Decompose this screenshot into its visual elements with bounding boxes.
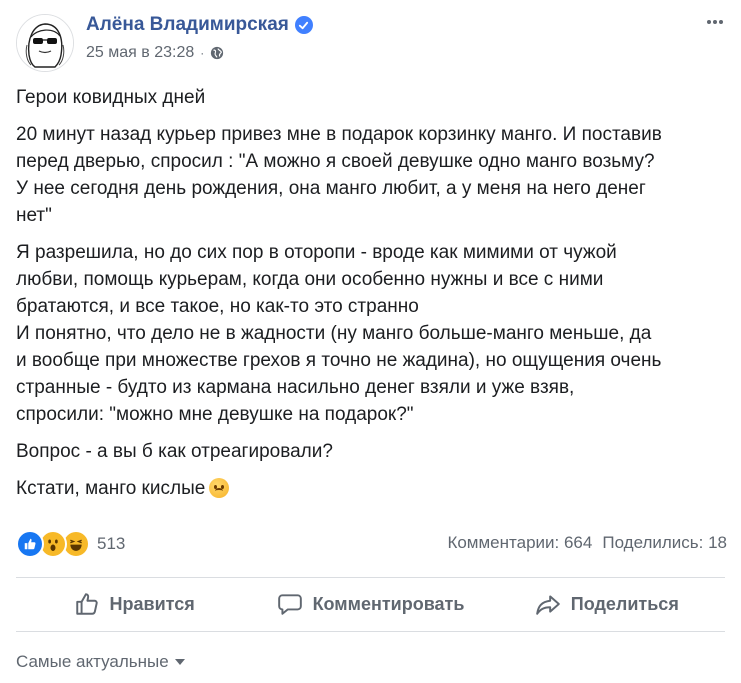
sad-face-emoji-icon <box>209 478 230 498</box>
meta-separator: · <box>200 46 205 60</box>
share-arrow-icon <box>535 595 560 615</box>
like-reaction-icon <box>16 530 44 558</box>
like-button[interactable]: Нравится <box>16 578 252 630</box>
caret-down-icon <box>174 659 185 665</box>
share-button[interactable]: Поделиться <box>489 578 725 630</box>
post-text: Герои ковидных дней 20 минут назад курье… <box>16 84 728 512</box>
thumbs-up-icon <box>75 593 98 615</box>
like-button-label: Нравится <box>109 593 195 614</box>
post-paragraph: 20 минут назад курьер привез мне в подар… <box>16 124 662 226</box>
more-options-icon[interactable] <box>705 12 725 32</box>
post-paragraph: Вопрос - а вы б как отреагировали? <box>16 441 333 462</box>
divider <box>16 631 725 632</box>
comments-count-link[interactable]: Комментарии: 664 <box>447 533 592 553</box>
post-meta: 25 мая в 23:28 · <box>86 44 224 62</box>
comment-button[interactable]: Комментировать <box>252 578 488 630</box>
globe-icon[interactable] <box>210 46 224 60</box>
comment-icon <box>277 594 302 615</box>
comment-button-label: Комментировать <box>312 593 465 614</box>
comment-sort-dropdown[interactable]: Самые актуальные <box>16 652 185 672</box>
verified-badge-icon <box>294 16 313 34</box>
reactions-count: 513 <box>97 534 126 553</box>
shares-count-link[interactable]: Поделились: 18 <box>602 533 727 553</box>
reactions-summary[interactable]: 513 <box>16 530 125 558</box>
post-stats: Комментарии: 664 Поделились: 18 <box>447 533 727 553</box>
post-timestamp[interactable]: 25 мая в 23:28 <box>86 44 194 62</box>
post-paragraph: Герои ковидных дней <box>16 87 206 108</box>
avatar-sketch-icon <box>17 15 73 71</box>
author-name: Алёна Владимирская <box>86 14 289 35</box>
post-paragraph-last: Кстати, манго кислые <box>16 475 728 502</box>
facebook-post: Алёна Владимирская 25 мая в 23:28 · Геро… <box>0 0 741 683</box>
post-paragraph: Кстати, манго кислые <box>16 478 206 499</box>
author-name-link[interactable]: Алёна Владимирская <box>86 14 313 36</box>
author-avatar[interactable] <box>16 14 74 72</box>
post-actions: Нравится Комментировать Поделиться <box>16 578 725 630</box>
post-paragraph: Я разрешила, но до сих пор в оторопи - в… <box>16 242 662 425</box>
sort-label: Самые актуальные <box>16 652 169 671</box>
share-button-label: Поделиться <box>570 593 679 614</box>
